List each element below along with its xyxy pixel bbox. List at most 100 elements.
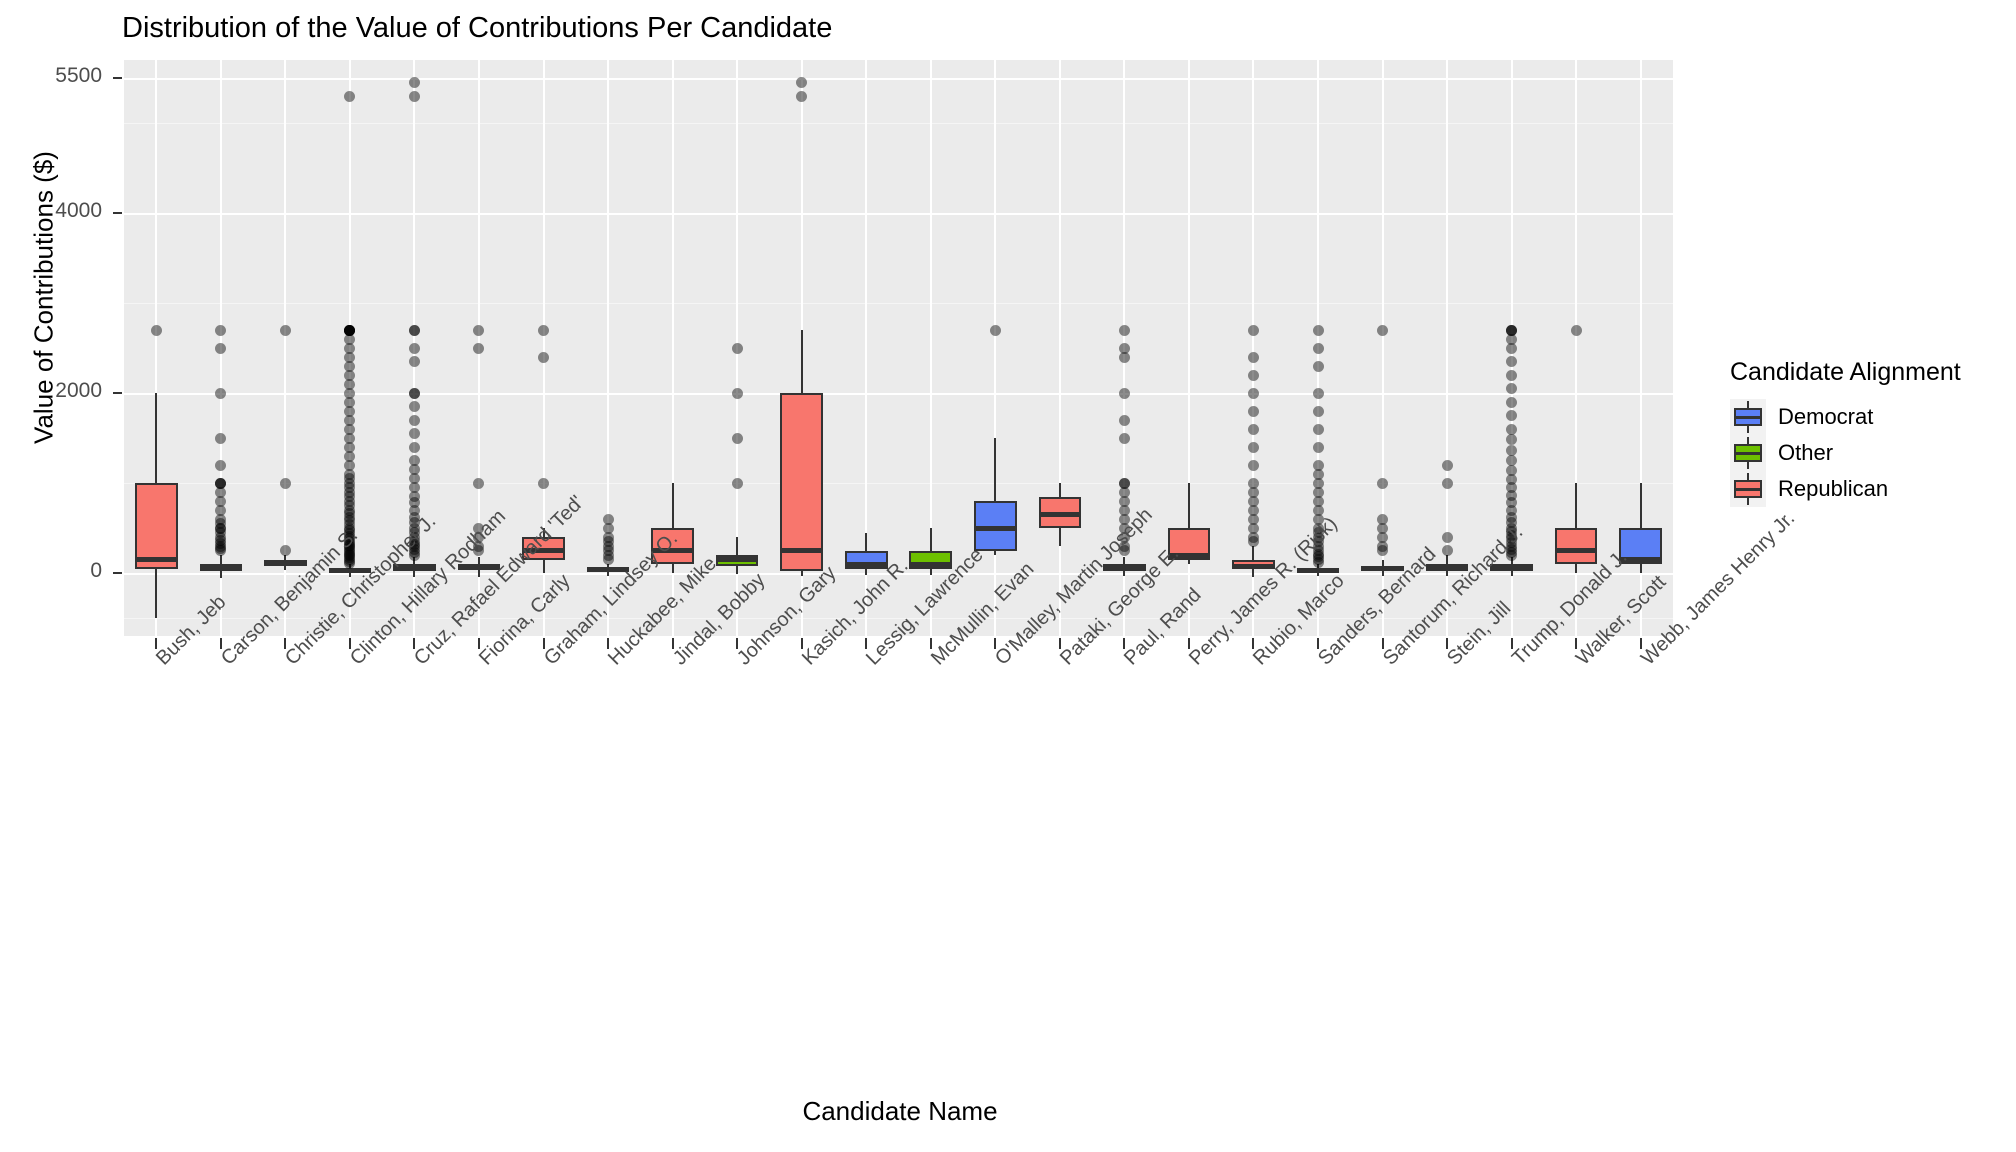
outlier-point (408, 324, 420, 336)
outlier-point (473, 324, 485, 336)
legend-key-swatch (1730, 435, 1766, 471)
boxplot-2[interactable] (189, 60, 254, 636)
outlier-point (1441, 545, 1453, 556)
chart-title: Distribution of the Value of Contributio… (122, 12, 833, 44)
outlier-point (1377, 513, 1389, 525)
outlier-point (215, 477, 227, 489)
outlier-point (1377, 477, 1389, 489)
outlier-point (408, 356, 420, 367)
whisker-lower (155, 568, 158, 618)
y-tick-mark (113, 212, 122, 214)
boxplot-20[interactable] (1350, 60, 1415, 636)
outlier-point (279, 477, 291, 489)
x-tick-mark (1510, 638, 1513, 649)
boxplot-11[interactable] (769, 60, 834, 636)
whisker-lower (865, 568, 868, 575)
outlier-point (1506, 455, 1518, 466)
x-tick-label: Walker, Scott (1572, 571, 1670, 670)
outlier-point (1506, 324, 1518, 336)
outlier-point (731, 387, 743, 399)
whisker-lower (1510, 570, 1513, 577)
outlier-point (731, 477, 743, 489)
median-line (264, 560, 307, 566)
x-axis-label: Candidate Name (802, 1096, 998, 1126)
boxplot-8[interactable] (576, 60, 641, 636)
legend-item-democrat[interactable]: Democrat (1730, 399, 2010, 435)
whisker-lower (219, 570, 222, 579)
outlier-point (344, 90, 356, 102)
outlier-point (408, 90, 420, 102)
whisker-lower (800, 570, 803, 576)
x-tick-mark (1381, 638, 1384, 649)
chart-root: Distribution of the Value of Contributio… (0, 0, 2016, 1152)
outlier-point (408, 414, 420, 426)
legend-items: Democrat Other Republican (1730, 399, 2010, 507)
plot-panel (124, 60, 1673, 636)
outlier-point (1312, 342, 1324, 354)
outlier-point (279, 545, 291, 556)
whisker-upper (219, 555, 222, 564)
outlier-point (1506, 369, 1518, 381)
boxplot-18[interactable] (1221, 60, 1286, 636)
x-tick-mark (542, 638, 545, 649)
outlier-point (1506, 445, 1518, 457)
outlier-point (796, 90, 808, 102)
y-tick-mark (113, 572, 122, 574)
outlier-point (1506, 356, 1518, 367)
x-tick-label: Fiorina, Carly (475, 570, 575, 670)
boxplot-1[interactable] (124, 60, 189, 636)
outlier-point (538, 477, 550, 489)
boxplot-10[interactable] (705, 60, 770, 636)
outlier-point (538, 351, 550, 363)
legend-item-republican[interactable]: Republican (1730, 471, 2010, 507)
boxplot-12[interactable] (834, 60, 899, 636)
whisker-lower (1575, 564, 1578, 573)
outlier-point (408, 428, 420, 439)
whisker-upper (1446, 555, 1449, 564)
x-tick-mark (477, 638, 480, 649)
whisker-lower (1252, 569, 1255, 577)
boxplot-23[interactable] (1544, 60, 1609, 636)
outlier-point (1312, 387, 1324, 399)
y-tick-label: 4000 (55, 199, 102, 222)
outlier-point (1312, 459, 1324, 471)
x-tick-label: Clinton, Hillary Rodham (346, 505, 510, 670)
legend-item-other[interactable]: Other (1730, 435, 2010, 471)
legend-key-swatch (1730, 399, 1766, 435)
outlier-point (408, 342, 420, 354)
outlier-point (731, 342, 743, 354)
whisker-upper (1575, 483, 1578, 528)
y-tick-mark (113, 392, 122, 394)
boxplot-15[interactable] (1028, 60, 1093, 636)
y-tick-mark (113, 77, 122, 79)
x-tick-label: Huckabee, Mike (604, 553, 721, 670)
x-tick-label: Bush, Jeb (152, 591, 230, 670)
whisker-lower (1446, 570, 1449, 576)
outlier-point (215, 432, 227, 444)
boxplot-13[interactable] (899, 60, 964, 636)
whisker-upper (1123, 557, 1126, 564)
outlier-point (1570, 324, 1582, 336)
whisker-lower (929, 568, 932, 575)
boxplot-3[interactable] (253, 60, 318, 636)
whisker-upper (1639, 483, 1642, 528)
outlier-point (1312, 441, 1324, 453)
box-iqr (1554, 528, 1598, 564)
outlier-point (1247, 369, 1259, 381)
median-line (974, 525, 1017, 531)
outlier-point (1247, 387, 1259, 399)
x-tick-mark (800, 638, 803, 649)
outlier-point (408, 455, 420, 466)
whisker-upper (1058, 483, 1061, 497)
outlier-point (1506, 410, 1518, 421)
x-tick-mark (671, 638, 674, 649)
outlier-point (1441, 477, 1453, 489)
x-tick-label: O'Malley, Martin Joseph (991, 504, 1157, 670)
outlier-point (1377, 324, 1389, 336)
outlier-point (1247, 423, 1259, 435)
outlier-point (279, 324, 291, 336)
whisker-upper (1187, 483, 1190, 528)
outlier-point (1441, 459, 1453, 471)
outlier-point (1118, 387, 1130, 399)
outlier-point (1506, 396, 1518, 408)
